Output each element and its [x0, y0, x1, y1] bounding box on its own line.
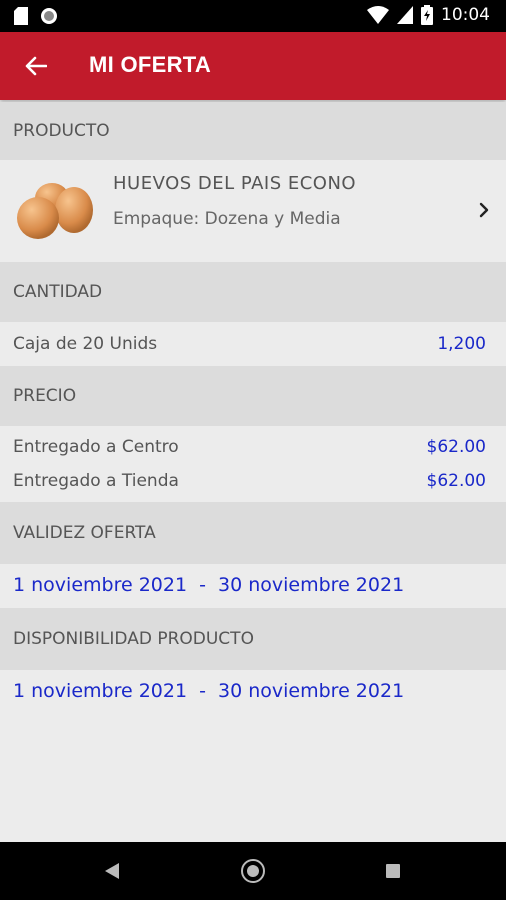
section-header-availability: DISPONIBILIDAD PRODUCTO: [0, 608, 506, 670]
page-title: MI OFERTA: [89, 52, 212, 77]
section-header-validity: VALIDEZ OFERTA: [0, 502, 506, 564]
section-header-price: PRECIO: [0, 366, 506, 426]
availability-date-range: 1 noviembre 2021 - 30 noviembre 2021: [13, 680, 404, 702]
status-right-icons: 10:04: [367, 5, 490, 25]
quantity-label: Caja de 20 Unids: [13, 334, 158, 354]
validity-separator: -: [199, 574, 206, 596]
price-row-label: Entregado a Centro: [13, 437, 179, 457]
back-button[interactable]: [20, 50, 52, 82]
system-nav-bar: [0, 842, 506, 900]
status-time: 10:04: [441, 5, 490, 25]
section-header-product: PRODUCTO: [0, 102, 506, 160]
app-bar: MI OFERTA: [0, 32, 506, 100]
battery-icon: [421, 5, 433, 25]
eggs-image: [17, 183, 93, 239]
product-pack-label: Empaque:: [113, 209, 200, 229]
status-left-icons: [14, 7, 58, 25]
status-bar: 10:04: [0, 0, 506, 32]
product-name: HUEVOS DEL PAIS ECONO: [113, 173, 357, 194]
back-arrow-icon: [25, 56, 47, 76]
sim-card-icon: [14, 7, 28, 25]
price-row-value: $62.00: [426, 471, 486, 491]
availability-start: 1 noviembre 2021: [13, 680, 188, 702]
availability-end: 30 noviembre 2021: [218, 680, 405, 702]
section-header-quantity: CANTIDAD: [0, 262, 506, 322]
quantity-value: 1,200: [437, 334, 486, 354]
product-row[interactable]: HUEVOS DEL PAIS ECONO Empaque: Dozena y …: [0, 160, 506, 262]
product-pack-value: Dozena y Media: [204, 209, 341, 229]
signal-icon: [397, 6, 413, 24]
validity-date-range: 1 noviembre 2021 - 30 noviembre 2021: [13, 574, 404, 596]
validity-start: 1 noviembre 2021: [13, 574, 188, 596]
validity-row: 1 noviembre 2021 - 30 noviembre 2021: [0, 564, 506, 608]
price-row-label: Entregado a Tienda: [13, 471, 179, 491]
nav-recent-icon[interactable]: [386, 864, 400, 878]
availability-row: 1 noviembre 2021 - 30 noviembre 2021: [0, 670, 506, 842]
validity-end: 30 noviembre 2021: [218, 574, 405, 596]
nav-back-icon[interactable]: [104, 862, 120, 880]
availability-separator: -: [199, 680, 206, 702]
chevron-right-icon: [479, 202, 489, 218]
circle-notification-icon: [41, 8, 57, 24]
price-row-value: $62.00: [426, 437, 486, 457]
price-rows: Entregado a Centro $62.00 Entregado a Ti…: [0, 426, 506, 502]
wifi-icon: [367, 6, 389, 24]
quantity-row: Caja de 20 Unids 1,200: [0, 322, 506, 366]
product-pack: Empaque: Dozena y Media: [113, 209, 341, 229]
nav-home-icon[interactable]: [241, 859, 265, 883]
